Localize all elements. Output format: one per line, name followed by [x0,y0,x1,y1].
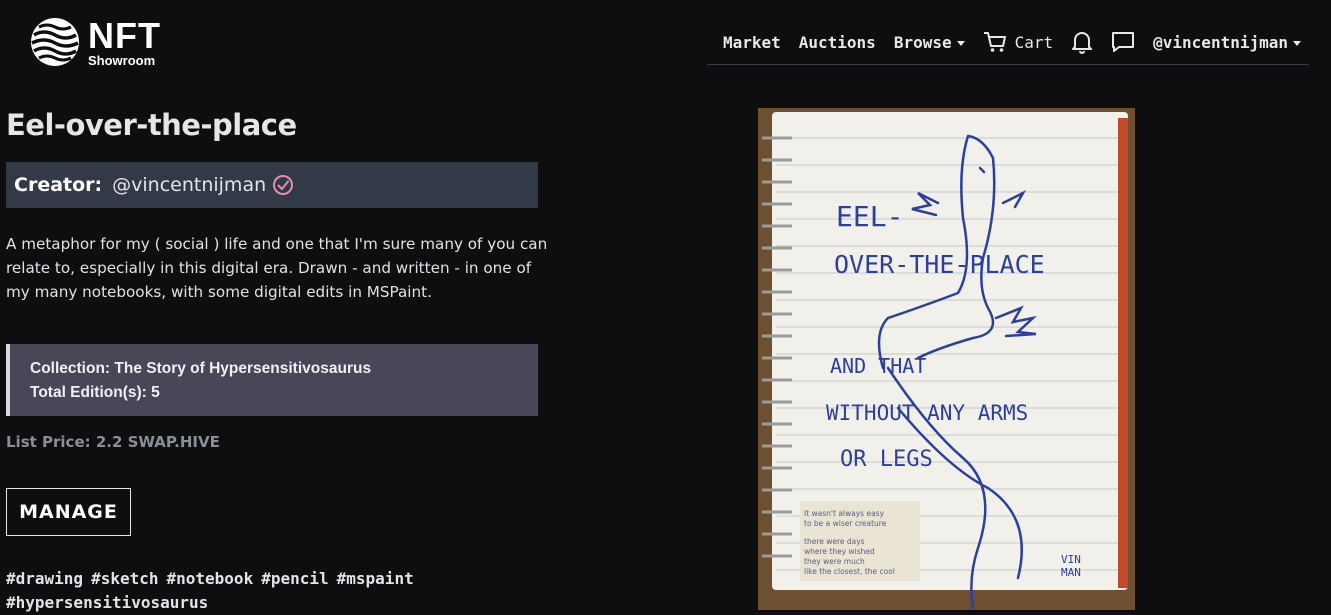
total-editions: Total Edition(s): 5 [30,384,160,401]
nav-market-label: Market [722,32,781,52]
collection-name: Collection: The Story of Hypersensitivos… [30,360,372,377]
cart-icon [983,32,1006,52]
nav-cart[interactable]: Cart [983,31,1054,53]
nft-artwork-image[interactable]: EEL- OVER-THE-PLACE AND THAT WITHOUT ANY… [758,108,1135,610]
page: NFT Showroom Market Auctions Browse Cart [0,0,1331,615]
tag-link[interactable]: #hypersensitivosaurus [6,593,208,612]
nav-auctions-label: Auctions [798,32,876,52]
logo-globe-icon [31,18,79,66]
artwork-note-line: to be a wiser creature [804,519,887,528]
artwork-note-line: they were much [804,557,865,566]
artwork-text-line: OR LEGS [840,447,933,472]
chevron-down-icon [1293,40,1301,46]
top-nav: Market Auctions Browse Cart @vincentnijm… [723,27,1301,57]
tag-list: #drawing #sketch #notebook #pencil #mspaint #… [6,567,486,615]
user-menu-dropdown[interactable]: @vincentnijman [1153,33,1301,52]
chat-icon [1112,32,1135,52]
notifications-button[interactable] [1071,30,1093,54]
tag-link[interactable]: #notebook [167,569,254,588]
manage-button[interactable]: MANAGE [6,488,131,536]
list-price: List Price: 2.2 SWAP.HIVE [6,433,220,451]
tag-link[interactable]: #pencil [261,569,328,588]
artwork-signature: MAN [1061,566,1081,579]
artwork-text-line: WITHOUT ANY ARMS [826,401,1028,425]
nft-description: A metaphor for my ( social ) life and on… [6,235,548,301]
artwork-text-line: AND THAT [830,354,926,378]
artwork-drawing: EEL- OVER-THE-PLACE AND THAT WITHOUT ANY… [762,112,1128,610]
messages-button[interactable] [1111,31,1135,53]
logo-sub-text: Showroom [88,52,156,68]
artwork-text-line: OVER-THE-PLACE [834,250,1045,279]
collection-box: Collection: The Story of Hypersensitivos… [6,344,538,416]
artwork-signature: VIN [1061,553,1081,566]
creator-name-link[interactable]: @vincentnijman [112,174,266,196]
tag-link[interactable]: #sketch [91,569,158,588]
tag-link[interactable]: #drawing [6,569,83,588]
artwork-text-line: EEL- [836,200,903,233]
chevron-down-icon [956,40,965,46]
nav-cart-label: Cart [1014,32,1054,52]
logo-main-text: NFT [88,14,161,56]
nav-auctions[interactable]: Auctions [799,33,876,52]
nav-browse-dropdown[interactable]: Browse [894,33,965,52]
nft-title: Eel-over-the-place [6,108,297,142]
nav-browse-label: Browse [893,32,952,52]
creator-label: Creator: [14,174,103,196]
bell-icon [1072,32,1093,54]
nav-market[interactable]: Market [723,33,781,52]
artwork-note-line: like the closest, the cool [804,567,895,576]
logo[interactable]: NFT Showroom [28,15,161,69]
artwork-note-line: there were days [804,537,865,546]
artwork-note-line: where they wished [804,547,875,556]
logo-text: NFT Showroom [88,14,161,68]
nav-divider [707,64,1309,65]
verified-check-icon [273,175,294,195]
user-menu-label: @vincentnijman [1153,32,1288,52]
tag-link[interactable]: #mspaint [337,569,414,588]
artwork-note-line: It wasn't always easy [804,509,885,518]
creator-box: Creator: @vincentnijman [6,162,538,208]
